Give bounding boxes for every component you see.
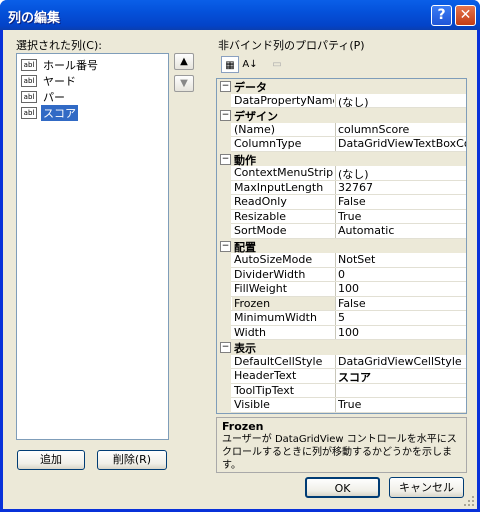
move-up-button[interactable]: ▲ [174, 53, 194, 70]
property-row[interactable]: Resizable True [217, 209, 466, 224]
property-name: Resizable [234, 209, 287, 223]
property-value[interactable]: True [338, 398, 466, 411]
property-value[interactable]: False [338, 297, 466, 310]
property-toolbar: ▦ A↓ ▭ [218, 54, 293, 76]
column-label: パー [43, 91, 65, 104]
property-name: ColumnType [234, 137, 302, 150]
property-row[interactable]: ToolTipText [217, 383, 466, 398]
edit-columns-dialog: 列の編集 ? ✕ 選択された列(C): abl ホール番号 abl ヤード abl パー a… [0, 0, 480, 512]
property-value[interactable]: DataGridViewTextBoxColu [338, 137, 466, 150]
remove-button[interactable]: 削除(R) [97, 450, 167, 470]
textbox-column-icon: abl [21, 91, 37, 103]
property-value[interactable]: 100 [338, 282, 466, 295]
property-row[interactable]: ColumnType DataGridViewTextBoxColu [217, 137, 466, 152]
property-value[interactable]: DataGridViewCellStyle { } [338, 355, 466, 368]
add-button[interactable]: 追加 [17, 450, 85, 470]
resize-grip-icon[interactable] [463, 495, 475, 507]
category-row[interactable]: − データ [217, 79, 466, 94]
column-label: スコア [41, 105, 78, 121]
category-row[interactable]: − 表示 [217, 340, 466, 355]
property-row[interactable]: MinimumWidth 5 [217, 311, 466, 326]
property-name: Width [234, 325, 266, 339]
collapse-icon[interactable]: − [220, 153, 231, 165]
property-value[interactable]: True [338, 210, 466, 223]
textbox-column-icon: abl [21, 59, 37, 71]
property-value[interactable]: columnScore [338, 123, 466, 136]
collapse-icon[interactable]: − [220, 342, 231, 353]
property-pages-icon[interactable]: ▭ [268, 56, 286, 73]
property-name: (Name) [234, 122, 276, 136]
column-list-item[interactable]: abl スコア [21, 105, 78, 121]
selected-columns-label: 選択された列(C): [16, 39, 102, 52]
column-label: ヤード [43, 75, 76, 88]
selected-columns-list[interactable]: abl ホール番号 abl ヤード abl パー abl スコア [16, 53, 169, 440]
help-icon[interactable]: ? [431, 5, 452, 26]
category-row[interactable]: − 配置 [217, 238, 466, 254]
property-value[interactable]: False [338, 195, 466, 208]
property-name: SortMode [234, 224, 287, 237]
property-name: AutoSizeMode [234, 253, 313, 266]
textbox-column-icon: abl [21, 107, 37, 119]
property-name: ToolTipText [234, 383, 295, 397]
property-value[interactable]: Automatic [338, 224, 466, 237]
property-name: DataPropertyName [234, 93, 334, 107]
column-list-item[interactable]: abl ヤード [21, 74, 78, 88]
move-down-button[interactable]: ▼ [174, 75, 194, 92]
column-label: ホール番号 [43, 59, 98, 72]
collapse-icon[interactable]: − [220, 240, 231, 252]
categorized-icon[interactable]: ▦ [221, 56, 239, 73]
property-row[interactable]: (Name) columnScore [217, 122, 466, 137]
property-name: Visible [234, 398, 270, 411]
property-row[interactable]: Width 100 [217, 325, 466, 340]
category-row[interactable]: − デザイン [217, 108, 466, 123]
property-name: DividerWidth [234, 267, 306, 281]
category-row[interactable]: − 動作 [217, 151, 466, 167]
property-name: MaxInputLength [234, 180, 324, 194]
window-title: 列の編集 [8, 11, 61, 26]
title-bar[interactable]: 列の編集 ? ✕ [0, 0, 480, 30]
property-name: MinimumWidth [234, 311, 317, 324]
collapse-icon[interactable]: − [220, 81, 231, 92]
property-row[interactable]: DefaultCellStyle DataGridViewCellStyle { … [217, 354, 466, 369]
description-text: ユーザーが DataGridView コントロールを水平にスクロールするときに列… [222, 434, 457, 471]
property-row[interactable]: HeaderText スコア [217, 369, 466, 384]
cancel-button[interactable]: キャンセル [389, 477, 464, 498]
property-row[interactable]: Visible True [217, 398, 466, 413]
property-row[interactable]: DataPropertyName (なし) [217, 93, 466, 109]
property-name: FillWeight [234, 282, 288, 295]
property-row[interactable]: SortMode Automatic [217, 224, 466, 239]
ok-button[interactable]: OK [305, 477, 380, 498]
column-list-item[interactable]: abl パー [21, 90, 67, 104]
property-row[interactable]: ContextMenuStrip (なし) [217, 166, 466, 181]
property-description: Frozen ユーザーが DataGridView コントロールを水平にスクロー… [216, 417, 467, 473]
property-row[interactable]: MaxInputLength 32767 [217, 180, 466, 195]
property-row[interactable]: AutoSizeMode NotSet [217, 253, 466, 268]
description-title: Frozen [222, 420, 264, 433]
alphabetical-sort-icon[interactable]: A↓ [241, 56, 259, 73]
property-grid[interactable]: − データ DataPropertyName (なし) − デザイン (Name) colum… [216, 78, 467, 414]
property-row[interactable]: ReadOnly False [217, 195, 466, 210]
close-icon[interactable]: ✕ [455, 5, 476, 26]
property-row[interactable]: DividerWidth 0 [217, 267, 466, 282]
collapse-icon[interactable]: − [220, 110, 231, 121]
property-name: HeaderText [234, 369, 297, 382]
property-value[interactable]: 0 [338, 268, 466, 281]
textbox-column-icon: abl [21, 75, 37, 87]
property-name: Frozen [232, 296, 335, 310]
property-value[interactable]: 5 [338, 311, 466, 324]
property-name: ReadOnly [234, 195, 287, 208]
property-name: ContextMenuStrip [234, 166, 334, 179]
property-name: DefaultCellStyle [234, 354, 323, 368]
property-value[interactable]: NotSet [338, 253, 466, 266]
property-row[interactable]: FillWeight 100 [217, 282, 466, 297]
property-row[interactable]: Frozen False [217, 296, 466, 311]
property-value[interactable]: 100 [338, 326, 466, 339]
property-value[interactable]: 32767 [338, 181, 466, 194]
column-list-item[interactable]: abl ホール番号 [21, 58, 100, 72]
properties-label: 非バインド列のプロパティ(P) [218, 39, 365, 52]
